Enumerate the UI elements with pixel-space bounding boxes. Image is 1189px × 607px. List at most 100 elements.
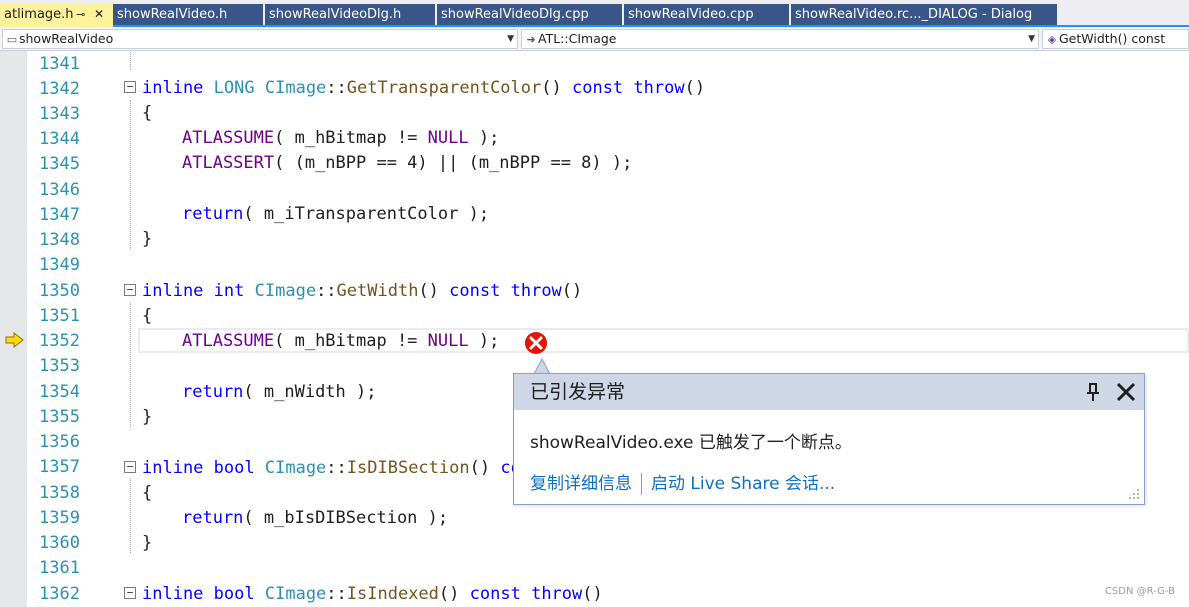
code-line-1362[interactable]: inline bool CImage::IsIndexed() const th…: [142, 582, 603, 607]
function-name: IsDIBSection: [346, 458, 470, 478]
code-line-1342[interactable]: inline LONG CImage::GetTransparentColor(…: [142, 76, 705, 101]
close-icon[interactable]: ✕: [94, 4, 104, 25]
popup-header: 已引发异常: [514, 374, 1144, 410]
line-number: 1356: [39, 432, 80, 452]
function-name: GetTransparentColor: [346, 78, 542, 98]
execution-arrow-icon: [5, 332, 24, 348]
member-name: GetWidth() const: [1059, 31, 1166, 46]
keyword: inline: [142, 458, 204, 478]
scope-operator: ::: [326, 458, 347, 478]
keyword: inline: [142, 584, 204, 604]
pin-icon[interactable]: ⊸: [76, 4, 85, 25]
keyword: inline: [142, 281, 204, 301]
project-dropdown[interactable]: ▭ showRealVideo ▼: [2, 29, 518, 49]
line-number: 1345: [39, 154, 80, 174]
tab-showrealvideodlg-cpp[interactable]: showRealVideoDlg.cpp: [437, 4, 622, 25]
code-line-1359[interactable]: return( m_bIsDIBSection );: [182, 506, 448, 531]
parens: (): [561, 281, 583, 301]
keyword: return: [182, 382, 244, 402]
code-text: ( m_hBitmap !=: [274, 331, 428, 351]
pin-icon[interactable]: [1085, 382, 1101, 402]
line-number: 1348: [39, 230, 80, 250]
code-text: ( m_iTransparentColor );: [243, 204, 490, 224]
scope-dropdown[interactable]: ➜ ATL::CImage ▼: [521, 29, 1039, 49]
keyword: return: [182, 508, 244, 528]
code-line-1360[interactable]: }: [142, 531, 152, 556]
code-line-1358[interactable]: {: [142, 481, 152, 506]
collapse-toggle[interactable]: −: [124, 461, 136, 473]
tab-showrealvideodlg-h[interactable]: showRealVideoDlg.h: [265, 4, 435, 25]
indicator-margin[interactable]: [0, 51, 27, 607]
code-line-1347[interactable]: return( m_iTransparentColor );: [182, 202, 489, 227]
type-name: LONG: [213, 78, 255, 98]
link-divider: [641, 473, 642, 495]
code-line-1348[interactable]: }: [142, 227, 152, 252]
line-number: 1346: [39, 180, 80, 200]
code-line-1352[interactable]: ATLASSUME( m_hBitmap != NULL );: [182, 329, 499, 354]
class-name: CImage: [254, 281, 317, 301]
line-number: 1361: [39, 558, 80, 578]
tab-label: showRealVideo.cpp: [628, 7, 754, 22]
tab-showrealvideo-cpp[interactable]: showRealVideo.cpp: [624, 4, 789, 25]
code-line-1357[interactable]: inline bool CImage::IsDIBSection() co: [142, 456, 521, 481]
chevron-down-icon: ▼: [507, 34, 514, 44]
project-icon: ▭: [6, 33, 18, 46]
code-line-1351[interactable]: {: [142, 304, 152, 329]
code-line-1344[interactable]: ATLASSUME( m_hBitmap != NULL );: [182, 126, 499, 151]
tab-showrealvideo-h[interactable]: showRealVideo.h: [113, 4, 263, 25]
code-line-1355[interactable]: }: [142, 405, 152, 430]
line-number-margin: 1341 1342 1343 1344 1345 1346 1347 1348 …: [27, 51, 85, 607]
line-number: 1349: [39, 255, 80, 275]
keyword: const: [469, 584, 521, 604]
line-number: 1354: [39, 382, 80, 402]
scope-operator: ::: [316, 281, 337, 301]
line-number: 1344: [39, 129, 80, 149]
tab-label: showRealVideoDlg.cpp: [441, 7, 589, 22]
line-number: 1355: [39, 407, 80, 427]
line-number: 1362: [39, 584, 80, 604]
project-name: showRealVideo: [19, 31, 114, 46]
tab-atlimage-h[interactable]: atlimage.h ⊸ ✕: [0, 4, 113, 27]
tab-label: showRealVideo.h: [117, 7, 228, 22]
macro-name: ATLASSERT: [182, 153, 275, 173]
close-icon[interactable]: [1114, 381, 1138, 403]
exception-message: showRealVideo.exe 已触发了一个断点。: [530, 433, 852, 453]
code-text: ( m_nWidth );: [243, 382, 377, 402]
tab-label: atlimage.h: [4, 7, 74, 22]
keyword: inline: [142, 78, 204, 98]
resize-grip-icon[interactable]: [1128, 488, 1140, 500]
start-live-share-link[interactable]: 启动 Live Share 会话...: [651, 474, 835, 494]
collapse-toggle[interactable]: −: [124, 81, 136, 93]
line-number: 1357: [39, 457, 80, 477]
code-text: ( m_hBitmap !=: [274, 128, 428, 148]
popup-title: 已引发异常: [530, 381, 626, 403]
code-line-1343[interactable]: {: [142, 101, 152, 126]
line-number: 1359: [39, 508, 80, 528]
outline-guide: [130, 302, 131, 427]
parens: (): [541, 78, 562, 98]
copy-details-link[interactable]: 复制详细信息: [530, 474, 632, 494]
scope-name: ATL::CImage: [538, 31, 617, 46]
code-text: );: [468, 331, 500, 351]
code-line-1345[interactable]: ATLASSERT( (m_nBPP == 4) || (m_nBPP == 8…: [182, 151, 632, 176]
macro-name: ATLASSUME: [182, 331, 275, 351]
line-number: 1350: [39, 281, 80, 301]
line-number: 1347: [39, 205, 80, 225]
collapse-toggle[interactable]: −: [124, 587, 136, 599]
member-dropdown[interactable]: ◈ GetWidth() const: [1042, 29, 1189, 49]
collapse-toggle[interactable]: −: [124, 284, 136, 296]
error-x-icon[interactable]: [524, 331, 548, 355]
parens: (): [582, 584, 603, 604]
parens: (): [469, 458, 491, 478]
code-text: ( m_bIsDIBSection );: [243, 508, 449, 528]
scope-operator: ::: [326, 584, 347, 604]
keyword: int: [213, 281, 245, 301]
code-line-1354[interactable]: return( m_nWidth );: [182, 380, 376, 405]
tab-dialog-resource[interactable]: showRealVideo.rc..._DIALOG - Dialog: [791, 4, 1057, 25]
line-number: 1343: [39, 104, 80, 124]
navigation-bar: ▭ showRealVideo ▼ ➜ ATL::CImage ▼ ◈ GetWidt…: [0, 27, 1189, 51]
exception-popup: 已引发异常 showRealVideo.exe 已触发了一个断点。 复制详细信息…: [513, 373, 1145, 505]
code-line-1350[interactable]: inline int CImage::GetWidth() const thro…: [142, 279, 582, 304]
code-text: );: [468, 128, 500, 148]
function-name: GetWidth: [336, 281, 419, 301]
